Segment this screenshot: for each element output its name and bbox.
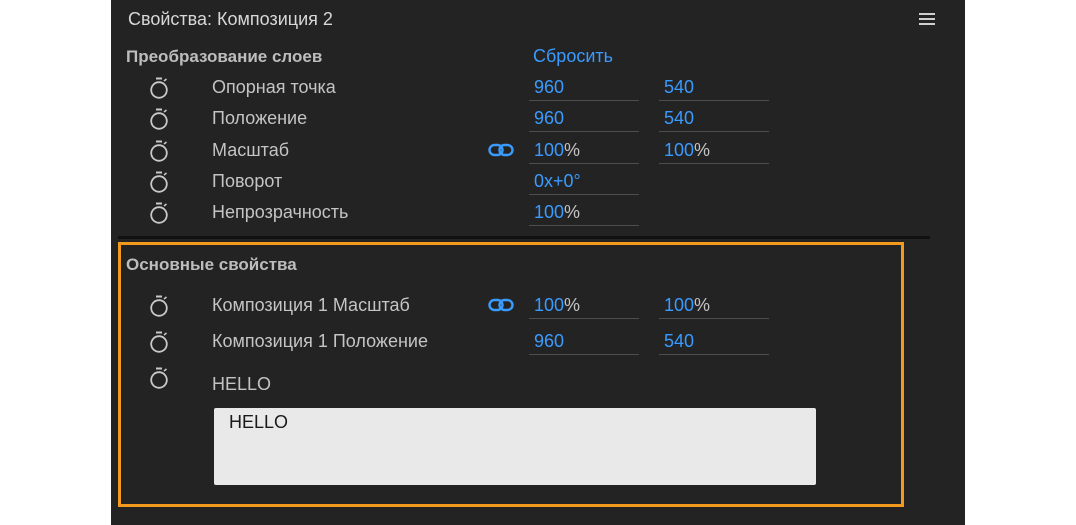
property-row-scale: Масштаб 100% 100%	[111, 136, 965, 166]
property-row-rotation: Поворот 0x+0°	[111, 167, 965, 197]
scale-x-field[interactable]: 100%	[529, 138, 639, 164]
property-label: Опорная точка	[212, 77, 336, 97]
property-label: Положение	[212, 108, 308, 128]
link-icon[interactable]	[488, 143, 514, 157]
property-row-opacity: Непрозрачность 100%	[111, 198, 965, 228]
panel-title: Свойства: Композиция 2	[128, 9, 333, 29]
property-label: Масштаб	[212, 140, 290, 160]
property-row-anchor-point: Опорная точка 960 540	[111, 73, 965, 103]
stopwatch-icon[interactable]	[149, 77, 169, 99]
section-title-transform: Преобразование слоев	[126, 47, 323, 66]
reset-button[interactable]: Сбросить	[533, 46, 613, 67]
stopwatch-icon[interactable]	[149, 202, 169, 224]
property-label: Поворот	[212, 171, 283, 191]
hamburger-menu-icon[interactable]	[919, 13, 935, 27]
position-x-field[interactable]: 960	[529, 106, 639, 132]
scale-y-field[interactable]: 100%	[659, 138, 769, 164]
position-y-field[interactable]: 540	[659, 106, 769, 132]
opacity-field[interactable]: 100%	[529, 200, 639, 226]
stopwatch-icon[interactable]	[149, 171, 169, 193]
anchor-point-y-field[interactable]: 540	[659, 75, 769, 101]
property-label: Непрозрачность	[212, 202, 349, 222]
essential-properties-highlight	[118, 242, 904, 507]
anchor-point-x-field[interactable]: 960	[529, 75, 639, 101]
rotation-field[interactable]: 0x+0°	[529, 169, 639, 195]
section-divider	[118, 236, 930, 239]
stopwatch-icon[interactable]	[149, 140, 169, 162]
property-row-position: Положение 960 540	[111, 104, 965, 134]
stopwatch-icon[interactable]	[149, 108, 169, 130]
